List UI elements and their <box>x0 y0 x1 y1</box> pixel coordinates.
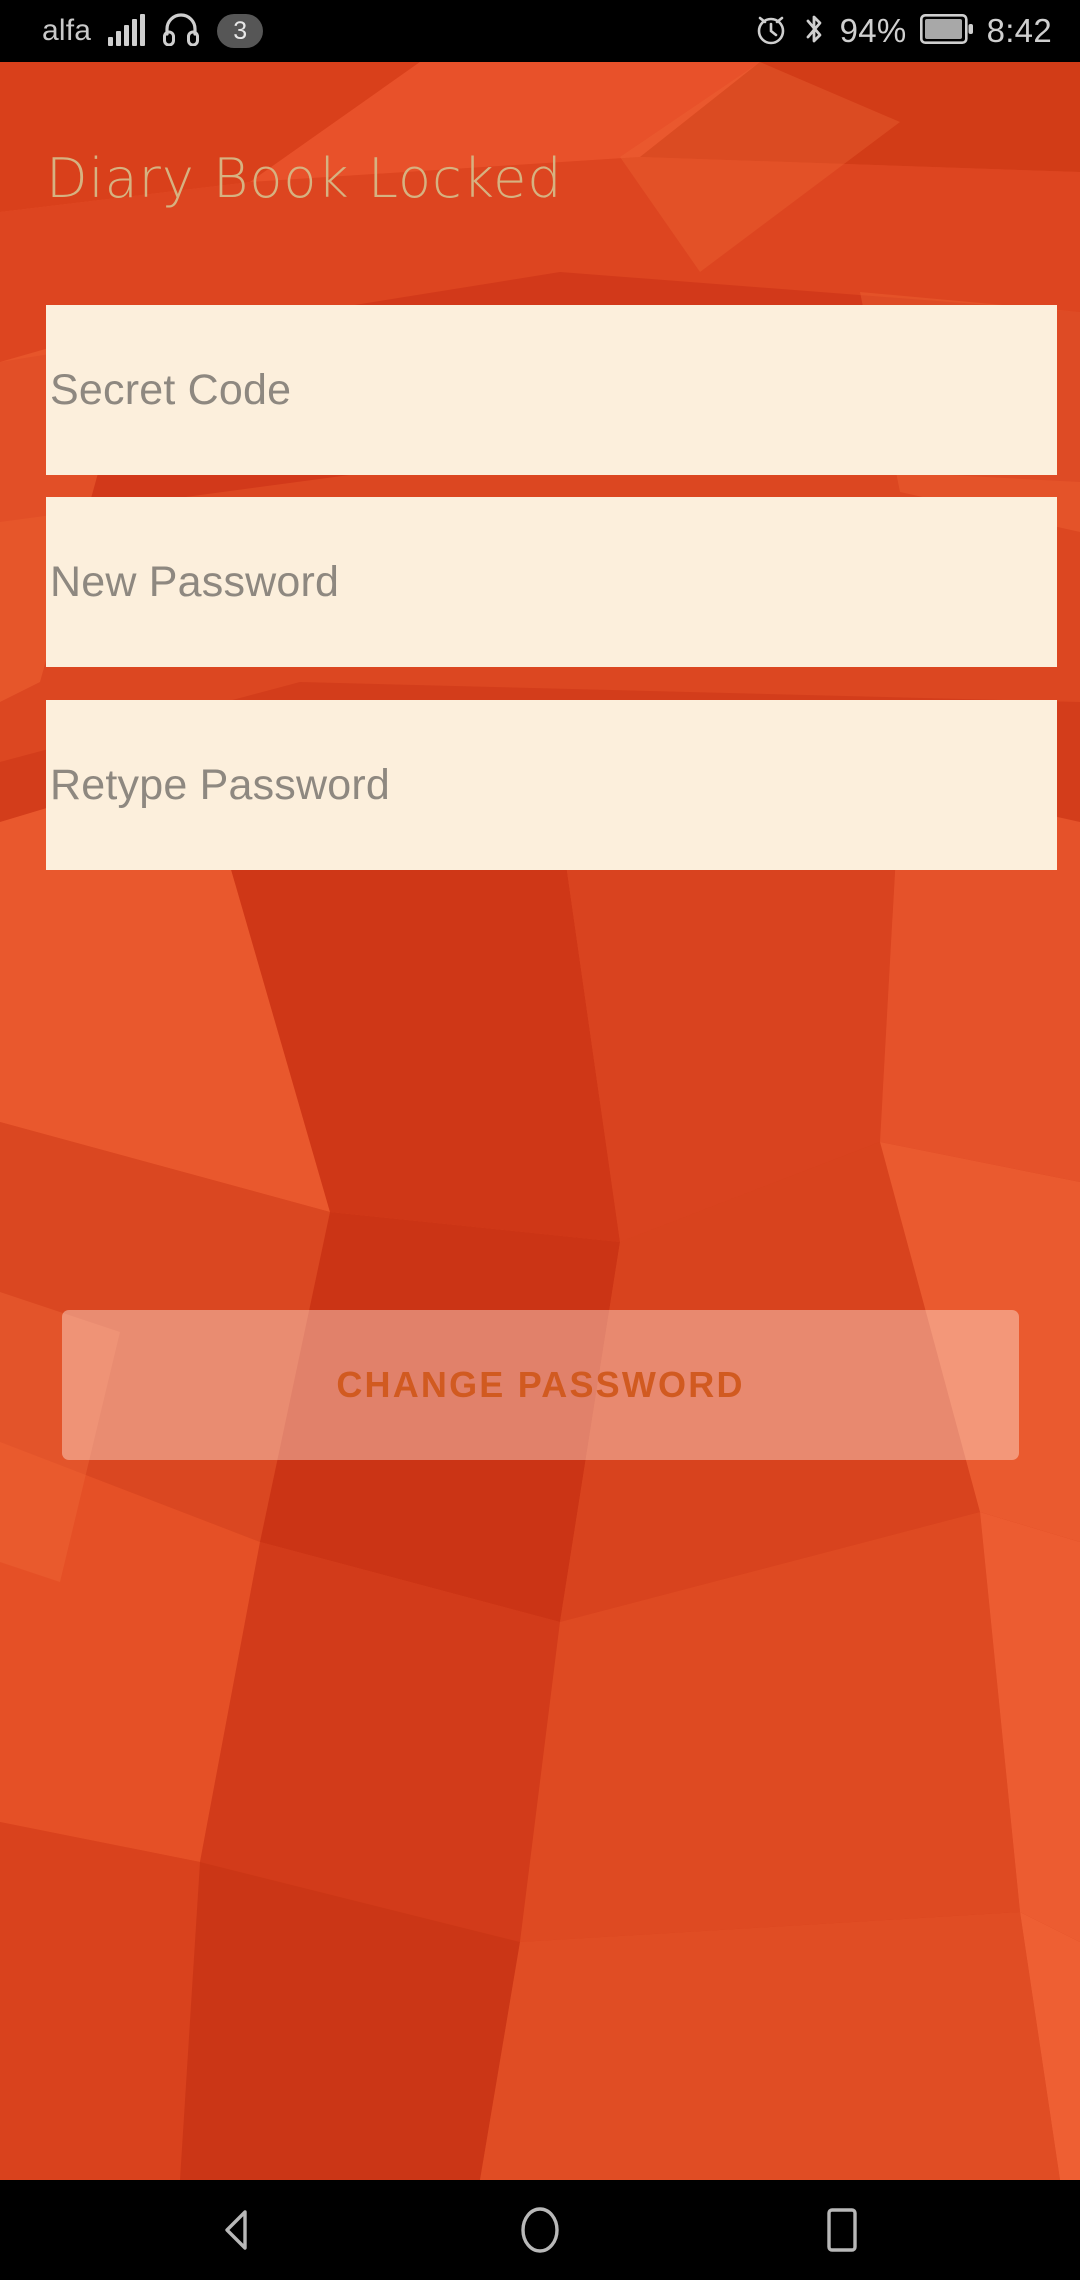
retype-password-input[interactable]: Retype Password <box>46 700 1057 870</box>
new-password-input[interactable]: New Password <box>46 497 1057 667</box>
status-bar: alfa 3 94% 8:42 <box>0 0 1080 62</box>
clock-label: 8:42 <box>986 12 1052 49</box>
page-title: Diary Book Locked <box>46 147 563 210</box>
retype-password-placeholder: Retype Password <box>50 760 390 809</box>
back-icon[interactable] <box>190 2182 286 2278</box>
change-password-button[interactable]: CHANGE PASSWORD <box>62 1310 1019 1460</box>
carrier-label: alfa <box>42 14 92 47</box>
status-bar-right-group: 94% 8:42 <box>754 11 1052 52</box>
status-bar-left-group: alfa 3 <box>42 12 264 51</box>
recents-icon[interactable] <box>794 2182 890 2278</box>
secret-code-placeholder: Secret Code <box>50 365 292 414</box>
home-icon[interactable] <box>492 2182 588 2278</box>
bluetooth-icon <box>801 11 827 52</box>
battery-icon <box>919 13 974 49</box>
secret-code-input[interactable]: Secret Code <box>46 305 1057 475</box>
alarm-clock-icon <box>754 12 788 51</box>
headphones-icon <box>162 12 200 51</box>
navigation-bar <box>0 2180 1080 2280</box>
change-password-button-label: CHANGE PASSWORD <box>336 1364 745 1405</box>
phone-screen: alfa 3 94% 8:42 Diary Book Locked Secret… <box>0 0 1080 2280</box>
new-password-placeholder: New Password <box>50 557 340 606</box>
notification-badge: 3 <box>217 14 264 48</box>
app-content: Diary Book Locked Secret Code New Passwo… <box>0 62 1080 2180</box>
battery-percent-label: 94% <box>839 12 907 49</box>
signal-bars-icon <box>108 14 146 46</box>
